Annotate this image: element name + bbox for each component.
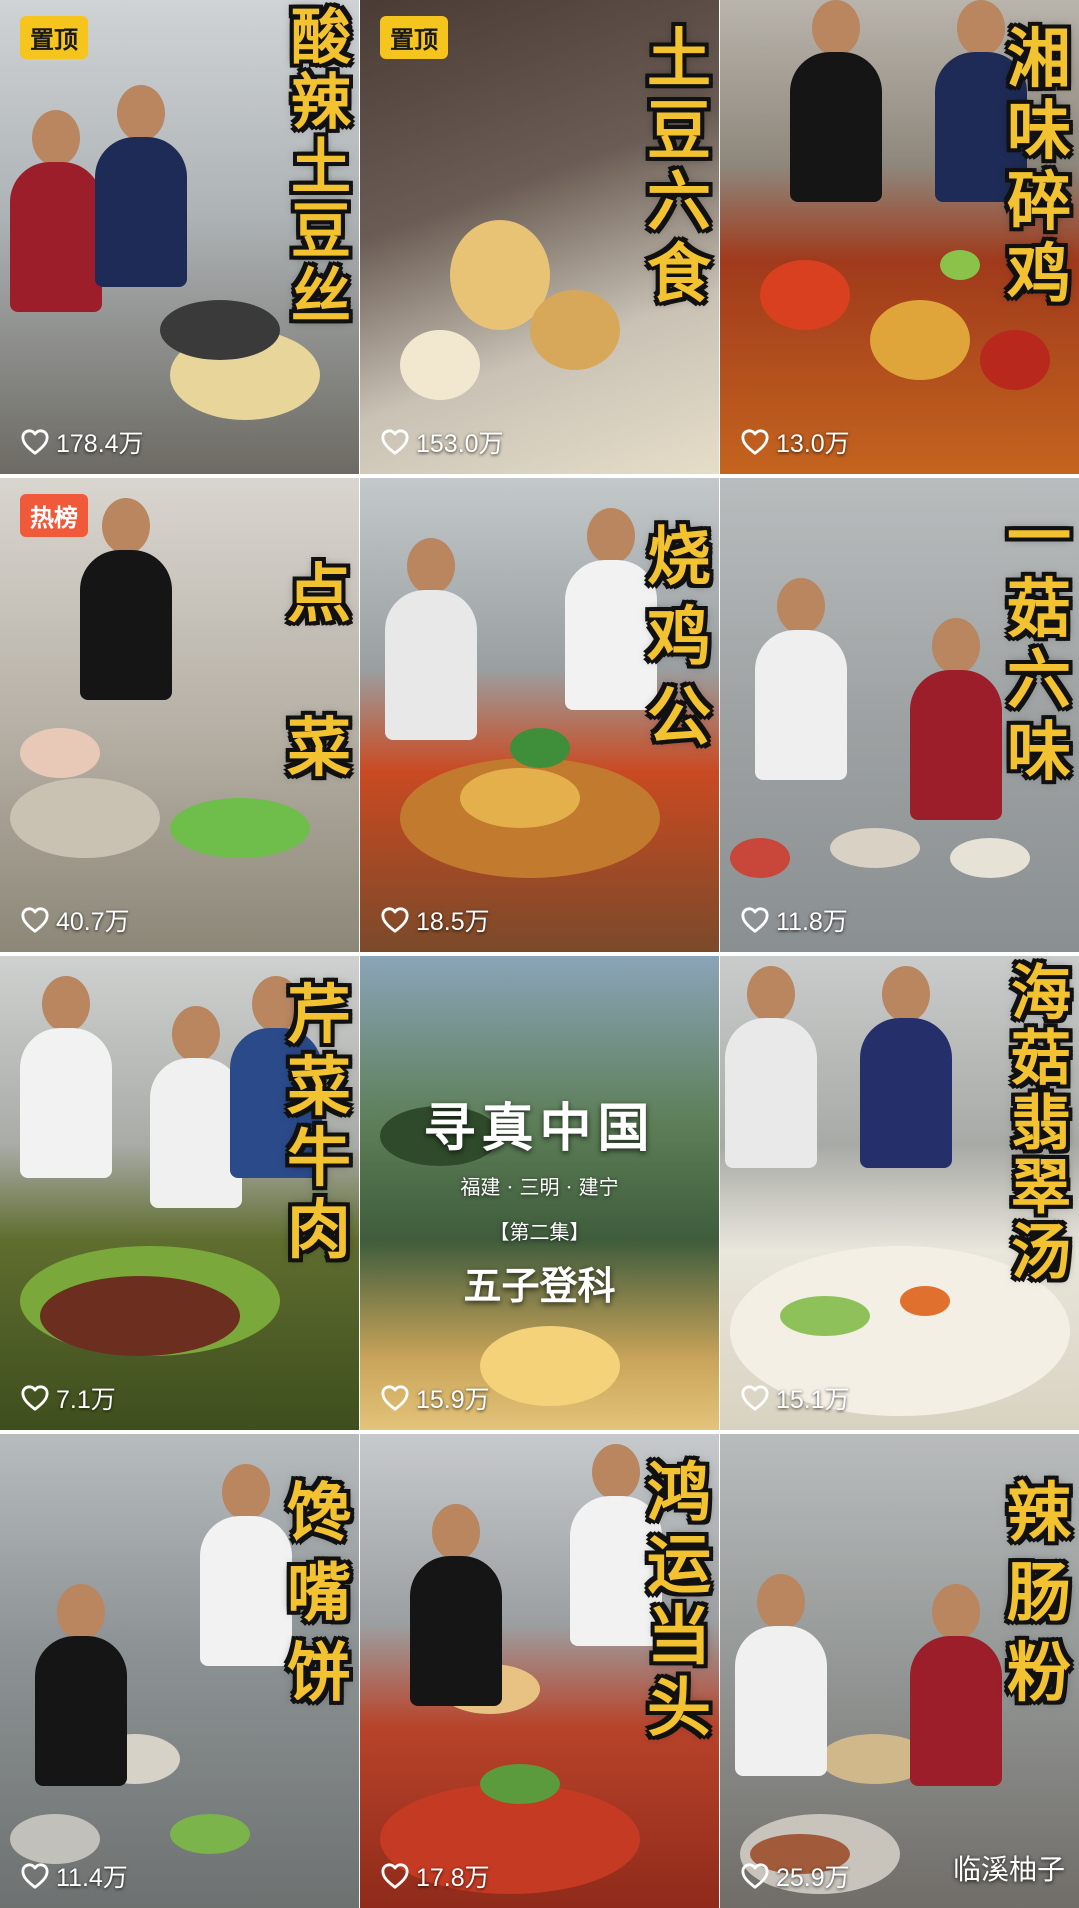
like-count: 40.7万	[20, 902, 130, 938]
pinned-badge: 置顶	[380, 16, 448, 59]
like-count-value: 11.8万	[776, 908, 848, 936]
video-card[interactable]: 湘味碎鸡 13.0万	[720, 0, 1079, 474]
video-card[interactable]: 酸辣土豆丝 置顶 178.4万	[0, 0, 359, 474]
like-count: 153.0万	[380, 424, 504, 460]
heart-outline-icon	[20, 1384, 50, 1412]
video-title: 辣肠粉	[1007, 1476, 1071, 1711]
video-title: 馋嘴饼	[287, 1476, 351, 1711]
video-card[interactable]: 点菜 热榜 40.7万	[0, 478, 359, 952]
video-title: 湘味碎鸡	[1007, 22, 1071, 313]
video-title: 烧鸡公	[647, 520, 711, 755]
video-card[interactable]: 辣肠粉 25.9万 临溪柚子	[720, 1434, 1079, 1908]
heart-outline-icon	[740, 906, 770, 934]
like-count-value: 18.5万	[416, 908, 490, 936]
heart-outline-icon	[380, 1862, 410, 1890]
video-title: 点菜	[287, 557, 351, 786]
video-card[interactable]: 一菇六味 11.8万	[720, 478, 1079, 952]
video-card[interactable]: 烧鸡公 18.5万	[360, 478, 719, 952]
like-count-value: 7.1万	[56, 1386, 116, 1414]
heart-outline-icon	[20, 906, 50, 934]
like-count: 15.1万	[740, 1380, 850, 1416]
like-count-value: 17.8万	[416, 1864, 490, 1892]
heart-outline-icon	[740, 1862, 770, 1890]
video-title: 土豆六食	[647, 22, 711, 313]
video-title: 海菇翡翠汤	[1011, 959, 1071, 1289]
like-count: 15.9万	[380, 1380, 490, 1416]
video-card[interactable]: 芹菜牛肉 7.1万	[0, 956, 359, 1430]
promo-episode: 【第二集】	[489, 1220, 590, 1244]
video-card[interactable]: 寻真中国福建 · 三明 · 建宁 【第二集】五子登科 15.9万	[360, 956, 719, 1430]
pinned-badge: 置顶	[20, 16, 88, 59]
watermark: 临溪柚子	[952, 1853, 1065, 1886]
heart-outline-icon	[380, 1384, 410, 1412]
video-grid: 酸辣土豆丝置顶 178.4万土豆六食置顶 153.0万湘味碎鸡 13.0万点菜热榜 40…	[0, 0, 1079, 1908]
promo-episode-name: 五子登科	[463, 1263, 616, 1308]
like-count: 17.8万	[380, 1858, 490, 1894]
heart-outline-icon	[740, 428, 770, 456]
like-count-value: 15.1万	[776, 1386, 850, 1414]
like-count: 11.4万	[20, 1858, 128, 1894]
like-count: 13.0万	[740, 424, 850, 460]
like-count: 25.9万	[740, 1858, 850, 1894]
like-count: 11.8万	[740, 902, 848, 938]
promo-location: 福建 · 三明 · 建宁	[460, 1175, 619, 1199]
like-count: 7.1万	[20, 1380, 116, 1416]
promo-title: 寻真中国	[423, 1098, 656, 1159]
hot-badge: 热榜	[20, 494, 88, 537]
video-title: 鸿运当头	[647, 1456, 711, 1747]
like-count: 178.4万	[20, 424, 144, 460]
like-count-value: 40.7万	[56, 908, 130, 936]
like-count-value: 153.0万	[416, 430, 504, 458]
like-count-value: 13.0万	[776, 430, 850, 458]
heart-outline-icon	[20, 1862, 50, 1890]
heart-outline-icon	[380, 428, 410, 456]
video-card[interactable]: 鸿运当头 17.8万	[360, 1434, 719, 1908]
video-card[interactable]: 馋嘴饼 11.4万	[0, 1434, 359, 1908]
promo-overlay: 寻真中国福建 · 三明 · 建宁 【第二集】五子登科	[360, 1086, 719, 1310]
video-card[interactable]: 土豆六食 置顶 153.0万	[360, 0, 719, 474]
like-count: 18.5万	[380, 902, 490, 938]
like-count-value: 178.4万	[56, 430, 144, 458]
heart-outline-icon	[740, 1384, 770, 1412]
video-title: 一菇六味	[1007, 500, 1071, 791]
like-count-value: 25.9万	[776, 1864, 850, 1892]
like-count-value: 15.9万	[416, 1386, 490, 1414]
heart-outline-icon	[20, 428, 50, 456]
heart-outline-icon	[380, 906, 410, 934]
video-card[interactable]: 海菇翡翠汤 15.1万	[720, 956, 1079, 1430]
like-count-value: 11.4万	[56, 1864, 128, 1892]
video-title: 芹菜牛肉	[287, 978, 351, 1269]
video-title: 酸辣土豆丝	[291, 3, 351, 333]
